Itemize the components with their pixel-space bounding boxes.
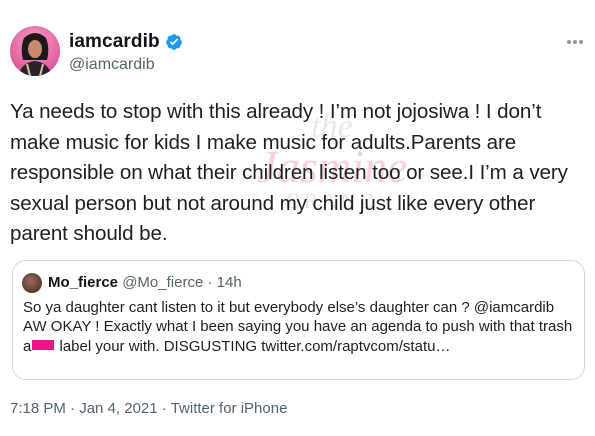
avatar-portrait-icon [18, 33, 52, 76]
quoted-time[interactable]: 14h [217, 274, 242, 291]
more-options-icon[interactable] [567, 40, 583, 44]
author-handle[interactable]: @iamcardib [69, 56, 155, 74]
quoted-text: So ya daughter cant listen to it but eve… [23, 298, 578, 356]
author-name-row: iamcardib [69, 31, 183, 53]
tweet-date[interactable]: Jan 4, 2021 [79, 400, 157, 417]
tweet-source[interactable]: Twitter for iPhone [171, 400, 288, 417]
quoted-tweet[interactable]: Mo_fierce @Mo_fierce · 14h So ya daughte… [12, 260, 585, 380]
footer-separator: · [161, 400, 167, 417]
author-avatar[interactable] [10, 26, 60, 76]
more-dot [579, 40, 583, 44]
more-dot [573, 40, 577, 44]
quoted-separator: · [207, 274, 213, 291]
tweet-text: Ya needs to stop with this already ! I’m… [10, 100, 568, 246]
tweet-time[interactable]: 7:18 PM [10, 400, 66, 417]
footer-separator: · [70, 400, 76, 417]
redaction-bar [32, 339, 55, 350]
tweet-footer: 7:18 PM · Jan 4, 2021 · Twitter for iPho… [10, 400, 287, 417]
tweet-card: iamcardib @iamcardib the Jasmine BRAND Y… [0, 0, 595, 436]
quoted-author-avatar[interactable] [22, 273, 42, 293]
quoted-header: Mo_fierce @Mo_fierce · 14h [48, 274, 242, 291]
quoted-text-after: label your with. DISGUSTING twitter.com/… [55, 337, 451, 355]
author-name[interactable]: iamcardib [69, 31, 160, 53]
quoted-author-name[interactable]: Mo_fierce [48, 274, 118, 291]
verified-badge-icon [165, 34, 182, 50]
quoted-author-handle[interactable]: @Mo_fierce [122, 274, 203, 291]
more-dot [567, 40, 571, 44]
